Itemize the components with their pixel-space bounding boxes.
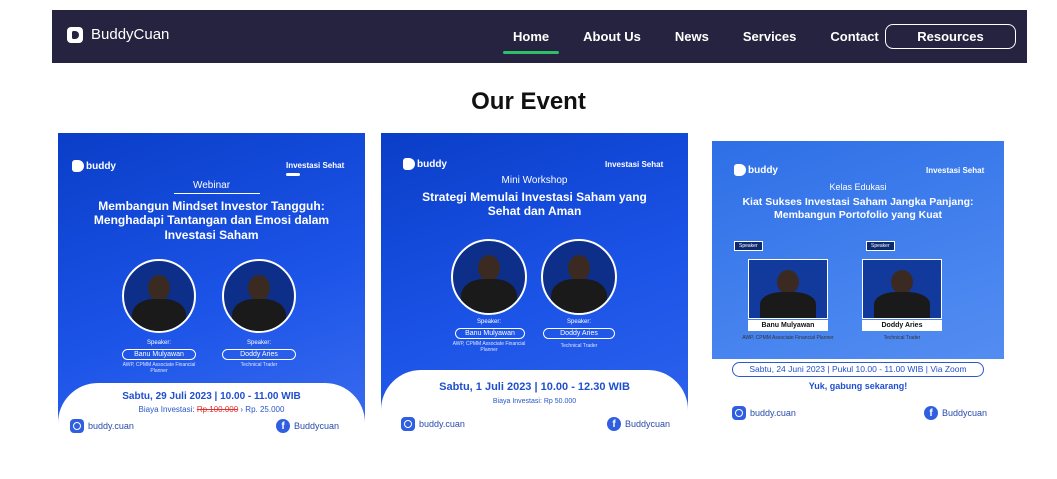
brand-logo-icon — [67, 26, 83, 43]
card-footer: Sabtu, 29 Juli 2023 | 10.00 - 11.00 WIB … — [58, 383, 365, 440]
speaker-label: Speaker: — [476, 319, 501, 325]
instagram-link[interactable]: buddy.cuan — [732, 406, 796, 420]
speaker-label: Speaker: — [246, 340, 271, 346]
speaker-label: Speaker: — [146, 340, 171, 346]
speaker-avatar-doddy — [541, 239, 617, 315]
event-subtitle: Mini Workshop — [501, 175, 568, 186]
facebook-icon: f — [924, 406, 938, 420]
instagram-link[interactable]: buddy.cuan — [401, 417, 465, 431]
nav-item-about-us[interactable]: About Us — [583, 10, 641, 63]
event-tag: Investasi Sehat — [286, 161, 345, 170]
event-subtitle: Webinar — [192, 180, 231, 191]
event-date: Sabtu, 1 Juli 2023 | 10.00 - 12.30 WIB — [439, 381, 630, 393]
event-card-webinar[interactable]: buddy Investasi Sehat Webinar Membangun … — [58, 133, 365, 440]
speaker-role: AWP, CPMM Associate Financial Planner — [122, 362, 196, 374]
facebook-icon: f — [607, 417, 621, 431]
speaker-name: Banu Mulyawan — [122, 349, 196, 360]
speaker-tag: Speaker — [866, 241, 895, 251]
tag-underline — [286, 173, 300, 176]
event-card-kelas-edukasi[interactable]: buddy Investasi Sehat Kelas Edukasi Kiat… — [712, 141, 1004, 430]
facebook-icon: f — [276, 419, 290, 433]
event-date: Sabtu, 29 Juli 2023 | 10.00 - 11.00 WIB — [122, 391, 301, 402]
nav-item-home[interactable]: Home — [502, 10, 560, 63]
facebook-link[interactable]: f Buddycuan — [276, 419, 339, 433]
speaker-photo-doddy — [862, 259, 942, 319]
nav-links: Home About Us News Services Contact — [502, 10, 879, 63]
event-price: Biaya Investasi: Rp 50.000 — [492, 398, 577, 405]
facebook-link[interactable]: f Buddycuan — [607, 417, 670, 431]
event-tag: Investasi Sehat — [605, 160, 664, 169]
speaker-tag: Speaker — [734, 241, 763, 251]
buddy-logo: buddy — [403, 158, 447, 170]
top-navbar: BuddyCuan Home About Us News Services Co… — [52, 10, 1027, 63]
speaker-role: Technical Trader — [240, 362, 278, 368]
instagram-icon — [732, 406, 746, 420]
buddy-logo: buddy — [72, 160, 116, 172]
subtitle-divider — [174, 193, 260, 194]
nav-item-contact[interactable]: Contact — [830, 10, 878, 63]
card-footer: Sabtu, 1 Juli 2023 | 10.00 - 12.30 WIB B… — [381, 370, 688, 440]
buddy-logo-icon — [403, 158, 415, 170]
card-footer: Sabtu, 24 Juni 2023 | Pukul 10.00 - 11.0… — [712, 330, 1004, 430]
event-subtitle: Kelas Edukasi — [829, 182, 887, 192]
speaker-name: Doddy Aries — [543, 328, 615, 339]
speaker-avatar-banu — [451, 239, 527, 315]
brand[interactable]: BuddyCuan — [67, 26, 169, 43]
brand-name: BuddyCuan — [91, 26, 170, 43]
speaker-avatar-banu — [122, 259, 196, 333]
buddy-logo-icon — [72, 160, 84, 172]
nav-item-news[interactable]: News — [675, 10, 709, 63]
nav-item-services[interactable]: Services — [743, 10, 797, 63]
event-tag: Investasi Sehat — [926, 166, 985, 175]
section-title: Our Event — [471, 88, 586, 115]
event-price: Biaya Investasi: Rp.100.000 › Rp. 25.000 — [138, 405, 285, 414]
event-card-mini-workshop[interactable]: buddy Investasi Sehat Mini Workshop Stra… — [381, 133, 688, 440]
speaker-label: Speaker: — [566, 319, 591, 325]
speaker-role: AWP, CPMM Associate Financial Planner — [452, 341, 526, 353]
buddy-logo-icon — [734, 164, 746, 176]
event-cta: Yuk, gabung sekarang! — [808, 381, 908, 391]
event-title: Strategi Memulai Investasi Saham yang Se… — [422, 190, 647, 219]
buddy-logo: buddy — [734, 164, 778, 176]
instagram-icon — [70, 419, 84, 433]
event-date: Sabtu, 24 Juni 2023 | Pukul 10.00 - 11.0… — [749, 364, 967, 374]
speaker-avatar-doddy — [222, 259, 296, 333]
speaker-role: Technical Trader — [560, 343, 598, 349]
speaker-name: Doddy Aries — [222, 349, 296, 360]
speaker-name: Banu Mulyawan — [455, 328, 525, 339]
instagram-link[interactable]: buddy.cuan — [70, 419, 134, 433]
event-title: Membangun Mindset Investor Tangguh: Meng… — [93, 199, 330, 242]
speaker-photo-banu — [748, 259, 828, 319]
facebook-link[interactable]: f Buddycuan — [924, 406, 987, 420]
instagram-icon — [401, 417, 415, 431]
event-title: Kiat Sukses Investasi Saham Jangka Panja… — [742, 196, 974, 221]
resources-button[interactable]: Resources — [885, 24, 1016, 49]
